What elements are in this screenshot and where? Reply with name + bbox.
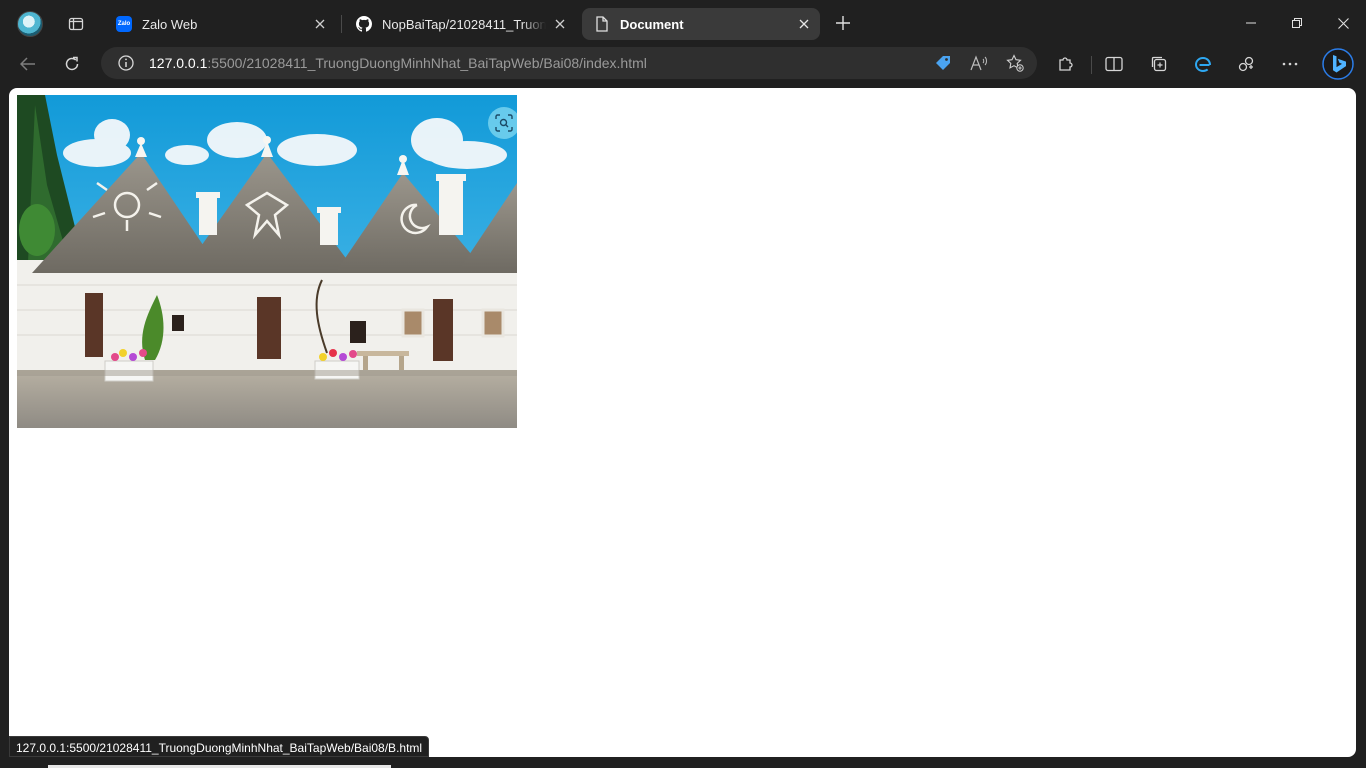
more-options-icon[interactable] bbox=[1276, 50, 1304, 78]
tab-title: Zalo Web bbox=[142, 16, 198, 32]
close-window-icon[interactable] bbox=[1320, 0, 1366, 46]
site-info-icon[interactable] bbox=[117, 54, 135, 72]
back-icon[interactable] bbox=[14, 50, 42, 78]
tab-github[interactable]: NopBaiTap/21028411_TruongDuongMinhNhat_B… bbox=[344, 8, 576, 40]
toolbar-divider bbox=[1091, 56, 1092, 74]
close-tab-icon[interactable] bbox=[312, 16, 328, 32]
tab-title: Document bbox=[620, 16, 684, 32]
link-status-bubble: 127.0.0.1:5500/21028411_TruongDuongMinhN… bbox=[9, 736, 430, 757]
close-tab-icon[interactable] bbox=[796, 16, 812, 32]
tab-document[interactable]: Document bbox=[582, 8, 820, 40]
close-tab-icon[interactable] bbox=[552, 16, 568, 32]
profile-avatar[interactable] bbox=[17, 11, 43, 37]
document-icon bbox=[594, 16, 610, 32]
tab-actions-icon[interactable] bbox=[62, 11, 90, 37]
tab-separator bbox=[341, 15, 342, 33]
github-icon bbox=[356, 16, 372, 32]
url-text[interactable]: 127.0.0.1:5500/21028411_TruongDuongMinhN… bbox=[149, 55, 647, 71]
read-aloud-icon[interactable] bbox=[969, 53, 989, 73]
restore-icon[interactable] bbox=[1274, 0, 1320, 46]
new-tab-icon[interactable] bbox=[830, 10, 856, 36]
bing-copilot-icon[interactable] bbox=[1322, 48, 1354, 80]
visual-search-icon[interactable] bbox=[488, 107, 517, 139]
extensions-icon[interactable] bbox=[1052, 50, 1080, 78]
add-favorite-icon[interactable] bbox=[1005, 53, 1025, 73]
tab-title: NopBaiTap/21028411_TruongDuongMinhNhat_B… bbox=[382, 16, 546, 32]
split-screen-icon[interactable] bbox=[1100, 50, 1128, 78]
edge-browser-essentials-icon[interactable] bbox=[1189, 50, 1217, 78]
tab-strip: Zalo Zalo Web NopBaiTap/21028411_TruongD… bbox=[0, 0, 1366, 46]
performance-icon[interactable] bbox=[1232, 50, 1260, 78]
zalo-icon: Zalo bbox=[116, 16, 132, 32]
refresh-icon[interactable] bbox=[58, 50, 86, 78]
trulli-houses-image[interactable] bbox=[17, 95, 517, 428]
tab-zalo-web[interactable]: Zalo Zalo Web bbox=[104, 8, 336, 40]
coupon-tag-icon[interactable] bbox=[933, 53, 953, 73]
minimize-icon[interactable] bbox=[1228, 0, 1274, 46]
collections-icon[interactable] bbox=[1145, 50, 1173, 78]
page-viewport bbox=[9, 88, 1356, 757]
toolbar: 127.0.0.1:5500/21028411_TruongDuongMinhN… bbox=[0, 46, 1366, 84]
address-bar[interactable]: 127.0.0.1:5500/21028411_TruongDuongMinhN… bbox=[101, 47, 1037, 79]
